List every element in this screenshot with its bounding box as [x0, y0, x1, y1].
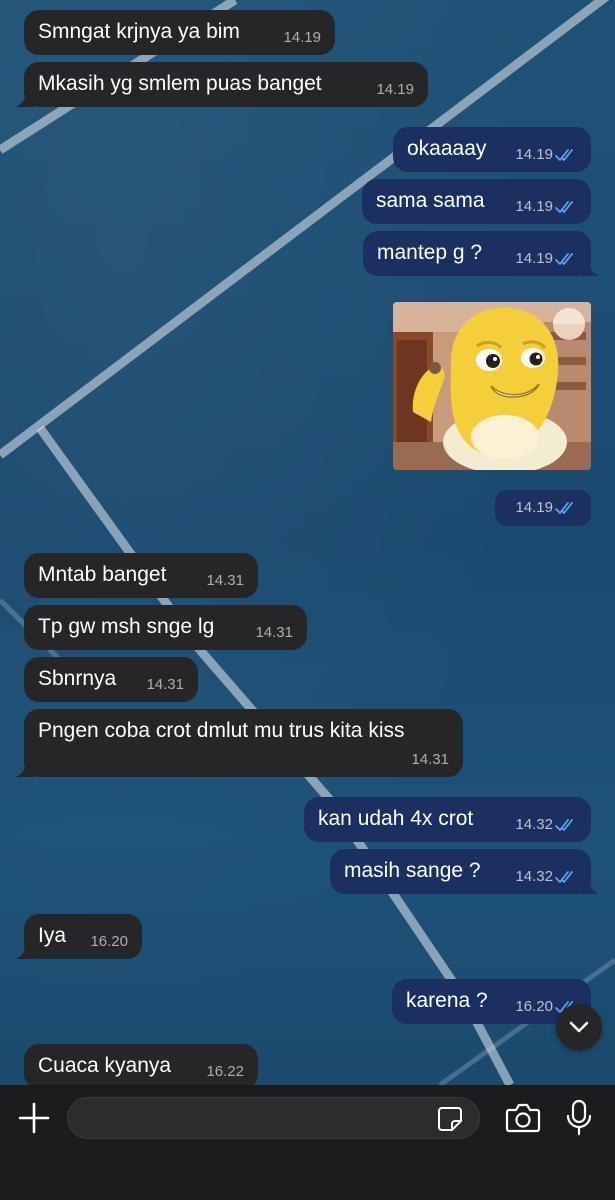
- message-text: Sbnrnya: [38, 667, 117, 690]
- sticker-icon[interactable]: [436, 1105, 464, 1133]
- incoming-message[interactable]: Pngen coba crot dmlut mu trus kita kiss …: [16, 709, 463, 777]
- read-ticks-icon: [555, 819, 573, 831]
- message-time: 14.19: [283, 29, 321, 46]
- microphone-icon[interactable]: [564, 1099, 594, 1137]
- message-time: 14.19: [515, 146, 553, 163]
- message-input[interactable]: [82, 1098, 426, 1140]
- outgoing-message[interactable]: kan udah 4x crot 14.32: [304, 797, 591, 842]
- message-text: karena ?: [406, 989, 488, 1012]
- message-time: 14.19: [515, 499, 553, 516]
- message-time: 14.32: [515, 816, 553, 833]
- message-time: 14.31: [146, 676, 184, 693]
- message-input-field[interactable]: [67, 1097, 480, 1140]
- outgoing-message[interactable]: sama sama 14.19: [362, 179, 591, 224]
- bubble-tail: [16, 759, 34, 777]
- bubble-tail: [581, 876, 599, 894]
- message-time: 14.19: [376, 81, 414, 98]
- incoming-message[interactable]: Smngat krjnya ya bim 14.19: [24, 10, 335, 55]
- read-ticks-icon: [555, 871, 573, 883]
- incoming-message[interactable]: Mntab banget 14.31: [24, 553, 258, 598]
- message-text: Mntab banget: [38, 563, 167, 586]
- read-ticks-icon: [555, 149, 573, 161]
- bubble-tail: [16, 941, 34, 959]
- message-time: 16.20: [515, 998, 553, 1015]
- message-time: 14.31: [206, 572, 244, 589]
- outgoing-message[interactable]: masih sange ? 14.32: [330, 849, 599, 894]
- message-time: 14.31: [411, 751, 449, 768]
- message-text: Tp gw msh snge lg: [38, 615, 215, 638]
- plus-icon[interactable]: [17, 1101, 51, 1135]
- message-text: Mkasih yg smlem puas banget: [38, 72, 322, 95]
- incoming-message[interactable]: Sbnrnya 14.31: [24, 657, 198, 702]
- bubble-tail: [16, 89, 34, 107]
- message-text: sama sama: [376, 189, 485, 212]
- read-ticks-icon: [555, 201, 573, 213]
- sticker-image[interactable]: [393, 302, 591, 470]
- message-time: 16.22: [206, 1063, 244, 1080]
- message-time: 14.19: [515, 198, 553, 215]
- bubble-tail: [581, 258, 599, 276]
- message-time: 14.19: [515, 250, 553, 267]
- message-input-bar: [0, 1085, 615, 1200]
- outgoing-message[interactable]: okaaaay 14.19: [393, 127, 591, 172]
- message-text: kan udah 4x crot: [318, 807, 474, 830]
- message-time: 14.31: [255, 624, 293, 641]
- message-text: Cuaca kyanya: [38, 1054, 172, 1077]
- message-text: okaaaay: [407, 137, 487, 160]
- chevron-down-icon: [569, 1021, 589, 1033]
- message-text: masih sange ?: [344, 859, 481, 882]
- message-text: Iya: [38, 924, 67, 947]
- incoming-message[interactable]: Mkasih yg smlem puas banget 14.19: [16, 62, 428, 107]
- incoming-message[interactable]: Tp gw msh snge lg 14.31: [24, 605, 307, 650]
- message-time: 16.20: [90, 933, 128, 950]
- incoming-message[interactable]: Cuaca kyanya 16.22: [24, 1044, 258, 1089]
- read-ticks-icon: [555, 502, 573, 514]
- outgoing-message[interactable]: mantep g ? 14.19: [363, 231, 599, 276]
- camera-icon[interactable]: [505, 1102, 541, 1134]
- sticker-time-pill: 14.19: [495, 490, 591, 526]
- message-text: mantep g ?: [377, 241, 483, 264]
- message-time: 14.32: [515, 868, 553, 885]
- message-text: Smngat krjnya ya bim: [38, 20, 240, 43]
- message-text: Pngen coba crot dmlut mu trus kita kiss: [38, 719, 405, 742]
- incoming-message[interactable]: Iya 16.20: [16, 914, 142, 959]
- read-ticks-icon: [555, 253, 573, 265]
- scroll-to-bottom-button[interactable]: [556, 1004, 602, 1050]
